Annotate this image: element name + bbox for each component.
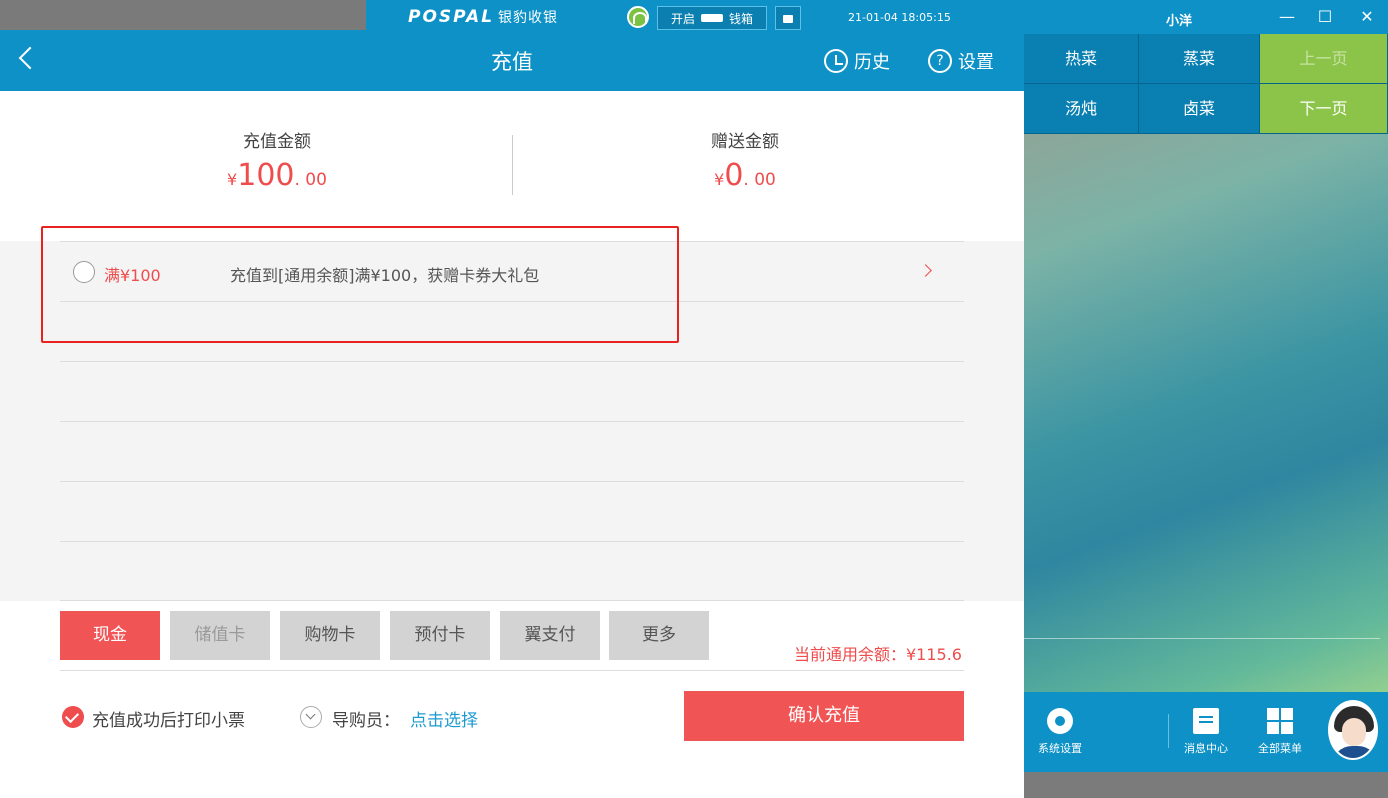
category-hot-dishes[interactable]: 热菜	[1024, 34, 1139, 84]
bonus-amount-label: 赠送金额	[711, 132, 779, 152]
pay-prepaid-card-button[interactable]: 预付卡	[390, 611, 490, 660]
history-icon	[824, 49, 848, 73]
select-guide-link[interactable]: 点击选择	[410, 706, 478, 731]
print-receipt-checkbox[interactable]	[62, 706, 84, 728]
payment-methods: 现金 储值卡 购物卡 预付卡 翼支付 更多 当前通用余额：¥115.6	[60, 611, 964, 671]
recharge-amount-label: 充值金额	[243, 132, 311, 152]
list-item	[60, 361, 964, 421]
bottom-strip	[1024, 772, 1388, 798]
wifi-icon	[627, 6, 649, 28]
chevron-down-icon[interactable]	[300, 706, 322, 728]
settings-label: 设置	[958, 52, 994, 73]
system-settings-label: 系统设置	[1038, 742, 1082, 755]
message-center-label: 消息中心	[1184, 742, 1228, 755]
drawer-icon	[701, 14, 723, 22]
maximize-button[interactable]: ☐	[1314, 6, 1336, 28]
recharge-header: 充值 历史 ? 设置	[0, 30, 1024, 91]
customer-service-avatar[interactable]	[1328, 700, 1378, 760]
current-balance: 当前通用余额：¥115.6	[794, 645, 962, 664]
amount-divider	[512, 135, 513, 195]
recharge-footer: 充值成功后打印小票 导购员： 点击选择 确认充值	[60, 691, 964, 751]
category-steamed-dishes[interactable]: 蒸菜	[1139, 34, 1260, 84]
shopping-guide-label: 导购员：	[332, 711, 400, 731]
close-button[interactable]: ✕	[1356, 6, 1378, 28]
pay-cash-button[interactable]: 现金	[60, 611, 160, 660]
gear-icon	[1047, 708, 1073, 734]
divider	[1024, 638, 1380, 639]
prev-page-button[interactable]: 上一页	[1260, 34, 1388, 84]
all-menu-label: 全部菜单	[1258, 742, 1302, 755]
pospal-logo: POSPAL 银豹收银	[408, 7, 559, 27]
recharge-amount-value: ¥100. 00	[227, 158, 327, 193]
menu-panel: 热菜 蒸菜 上一页 汤炖 卤菜 下一页 系统设置 消息中心 全部菜单	[1024, 34, 1388, 798]
recharge-amount: 充值金额 ¥100. 00	[127, 127, 427, 193]
bonus-amount-value: ¥0. 00	[714, 158, 776, 193]
cash-drawer-button[interactable]: 开启 钱箱	[657, 6, 767, 30]
recharge-panel: 充值 历史 ? 设置 充值金额 ¥100. 00 赠送金额 ¥0. 00 满¥1…	[0, 30, 1024, 798]
list-item	[60, 541, 964, 601]
pay-bestpay-button[interactable]: 翼支付	[500, 611, 600, 660]
print-receipt-label: 充值成功后打印小票	[92, 711, 245, 731]
dock-divider	[1168, 714, 1169, 748]
pay-more-button[interactable]: 更多	[609, 611, 709, 660]
message-center-button[interactable]: 消息中心	[1170, 702, 1242, 756]
user-name: 小洋	[1166, 14, 1193, 29]
chevron-right-icon[interactable]	[919, 264, 932, 277]
drawer-open-label: 开启	[670, 11, 695, 26]
confirm-recharge-button[interactable]: 确认充值	[684, 691, 964, 741]
pay-stored-card-button[interactable]: 储值卡	[170, 611, 270, 660]
bonus-amount: 赠送金额 ¥0. 00	[595, 127, 895, 193]
message-icon	[1193, 708, 1219, 734]
highlight-box	[41, 226, 679, 343]
question-icon: ?	[928, 49, 952, 73]
bottom-dock: 系统设置 消息中心 全部菜单	[1024, 692, 1388, 772]
grid-icon	[1267, 708, 1293, 734]
system-settings-button[interactable]: 系统设置	[1024, 702, 1096, 756]
next-page-button[interactable]: 下一页	[1260, 84, 1388, 134]
all-menu-button[interactable]: 全部菜单	[1244, 702, 1316, 756]
history-label: 历史	[854, 52, 890, 73]
history-button[interactable]: 历史	[824, 48, 890, 74]
drawer-label: 钱箱	[729, 11, 754, 26]
category-braised-dishes[interactable]: 卤菜	[1139, 84, 1260, 134]
minimize-button[interactable]: —	[1276, 6, 1298, 28]
settings-button[interactable]: ? 设置	[928, 48, 994, 74]
list-item	[60, 421, 964, 481]
list-item	[60, 481, 964, 541]
pay-shopping-card-button[interactable]: 购物卡	[280, 611, 380, 660]
datetime: 21-01-04 18:05:15	[848, 11, 951, 24]
amount-summary: 充值金额 ¥100. 00 赠送金额 ¥0. 00	[0, 91, 1024, 241]
lock-screen-icon[interactable]	[775, 6, 801, 30]
category-soups[interactable]: 汤炖	[1024, 84, 1139, 134]
